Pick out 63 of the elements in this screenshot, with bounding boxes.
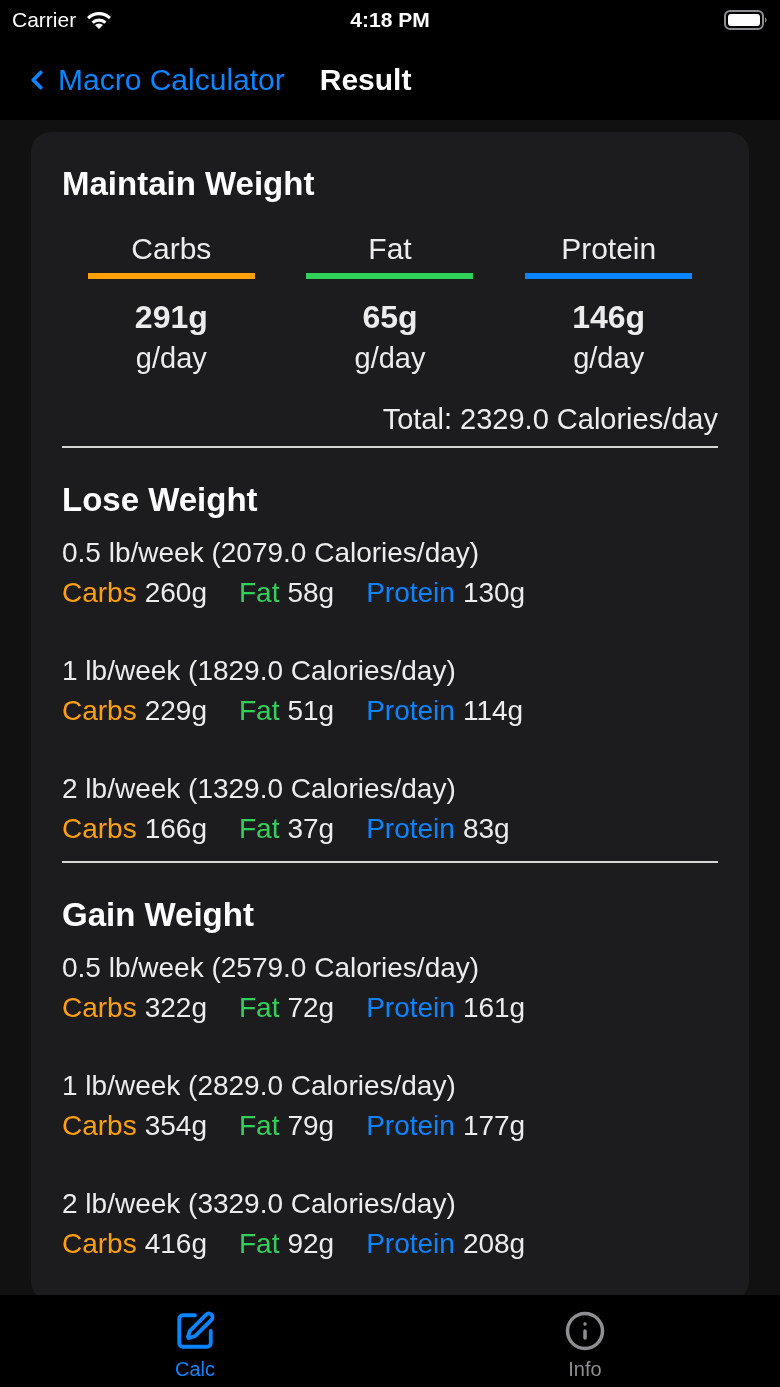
macro-amount: 92g <box>287 1227 335 1261</box>
macro-name: Protein <box>366 1109 455 1143</box>
carrier-label: Carrier <box>12 8 77 32</box>
rate-calories-text: 0.5 lb/week (2579.0 Calories/day) <box>62 951 481 985</box>
macro-amount: 229g <box>144 694 207 728</box>
macro-amount: 65g <box>362 298 418 336</box>
macro-unit: g/day <box>135 341 207 376</box>
macro-unit: g/day <box>354 341 426 376</box>
macro-unit: g/day <box>573 341 645 376</box>
macro-name: Protein <box>366 694 455 728</box>
macro-name: Carbs <box>62 991 137 1025</box>
macro-amount: 58g <box>287 576 335 610</box>
macro-amount: 72g <box>287 991 335 1025</box>
macro-amount: 416g <box>144 1227 207 1261</box>
macro-amount: 260g <box>144 576 207 610</box>
macro-name: Fat <box>239 694 280 728</box>
macro-amount: 322g <box>144 991 207 1025</box>
macro-name: Carbs <box>62 812 137 846</box>
macro-amount: 354g <box>144 1109 207 1143</box>
section-title: Maintain Weight <box>62 164 316 204</box>
back-button[interactable]: Macro Calculator <box>22 60 285 100</box>
macro-amount: 37g <box>287 812 335 846</box>
macro-amount: 166g <box>144 812 207 846</box>
macro-name: Fat <box>239 991 280 1025</box>
macro-name: Fat <box>239 812 280 846</box>
battery-icon <box>724 9 768 31</box>
macro-name: Protein <box>366 812 455 846</box>
macro-amount: 79g <box>287 1109 335 1143</box>
macro-name: Protein <box>366 1227 455 1261</box>
screen-title: Result <box>319 62 412 98</box>
macro-amount: 83g <box>462 812 510 846</box>
rate-calories-text: 2 lb/week (3329.0 Calories/day) <box>62 1187 457 1221</box>
rate-calories-text: 1 lb/week (2829.0 Calories/day) <box>62 1069 457 1103</box>
macro-name: Carbs <box>62 1109 137 1143</box>
macro-name: Carbs <box>62 1227 137 1261</box>
tab-button[interactable]: Calc <box>173 1295 217 1381</box>
total-calories: Total: 2329.0 Calories/day <box>381 402 718 437</box>
macro-amount: 161g <box>462 991 526 1025</box>
macro-name: Protein <box>366 576 455 610</box>
macro-amount: 130g <box>462 576 526 610</box>
macro-label: Protein <box>561 231 657 267</box>
macro-amount: 208g <box>462 1227 526 1261</box>
macro-amount: 177g <box>462 1109 526 1143</box>
info-icon <box>563 1309 607 1353</box>
macro-name: Carbs <box>62 694 137 728</box>
macro-label: Fat <box>368 231 412 267</box>
macro-amount: 114g <box>462 694 524 728</box>
macro-name: Carbs <box>62 576 137 610</box>
macro-amount: 146g <box>572 298 646 336</box>
macro-label: Carbs <box>131 231 212 267</box>
clock-time: 4:18 PM <box>350 8 430 32</box>
rate-calories-text: 1 lb/week (1829.0 Calories/day) <box>62 654 457 688</box>
macro-name: Fat <box>239 1227 280 1261</box>
rate-calories-text: 0.5 lb/week (2079.0 Calories/day) <box>62 536 481 570</box>
macro-name: Fat <box>239 1109 280 1143</box>
macro-amount: 51g <box>287 694 335 728</box>
macro-name: Protein <box>366 991 455 1025</box>
rate-calories-text: 2 lb/week (1329.0 Calories/day) <box>62 772 457 806</box>
macro-amount: 291g <box>134 298 208 336</box>
tab-button[interactable]: Info <box>563 1295 607 1381</box>
macro-name: Fat <box>239 576 280 610</box>
section-title: Gain Weight <box>62 895 255 935</box>
section-title: Lose Weight <box>62 480 259 520</box>
